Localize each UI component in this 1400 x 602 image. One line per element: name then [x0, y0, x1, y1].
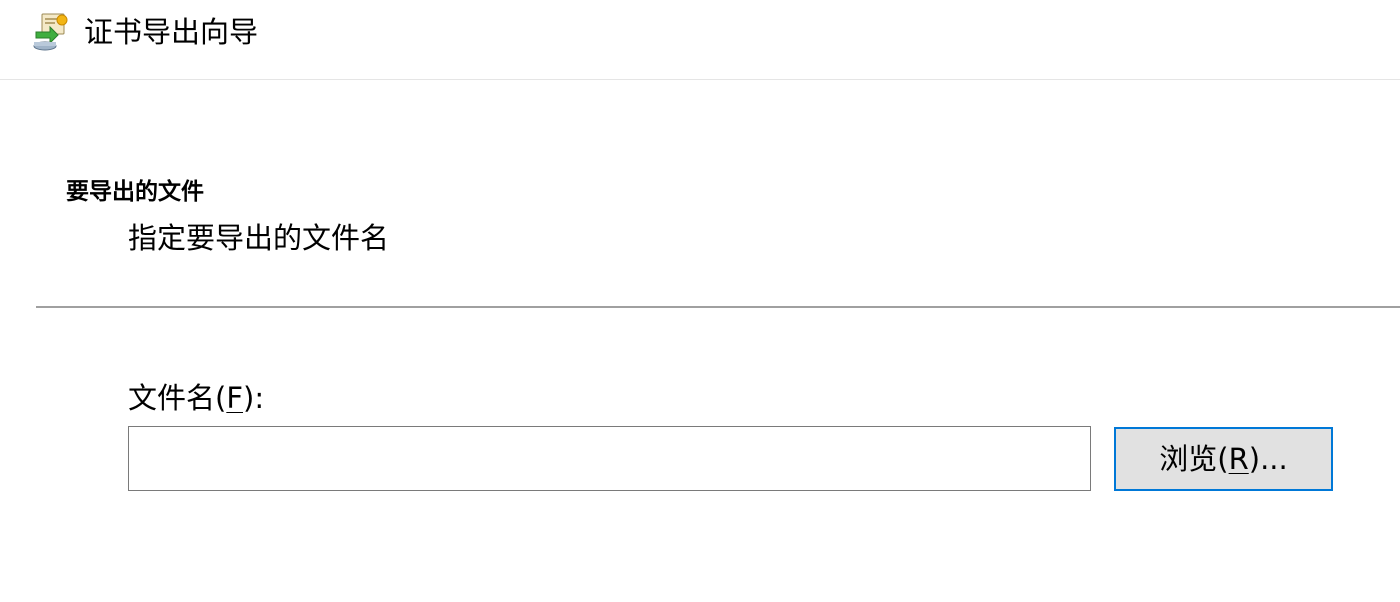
- browse-accelerator: R: [1228, 442, 1249, 476]
- browse-button[interactable]: 浏览(R)...: [1114, 427, 1333, 491]
- title-bar: 证书导出向导: [0, 0, 1400, 80]
- file-name-input[interactable]: [128, 426, 1091, 491]
- window-title: 证书导出向导: [84, 15, 259, 49]
- certificate-wizard-icon: [30, 10, 74, 54]
- section-heading: 要导出的文件: [66, 179, 204, 205]
- file-name-label: 文件名(F):: [128, 381, 265, 415]
- divider: [36, 306, 1400, 308]
- file-name-accelerator: F: [226, 381, 244, 415]
- section-description: 指定要导出的文件名: [128, 221, 390, 255]
